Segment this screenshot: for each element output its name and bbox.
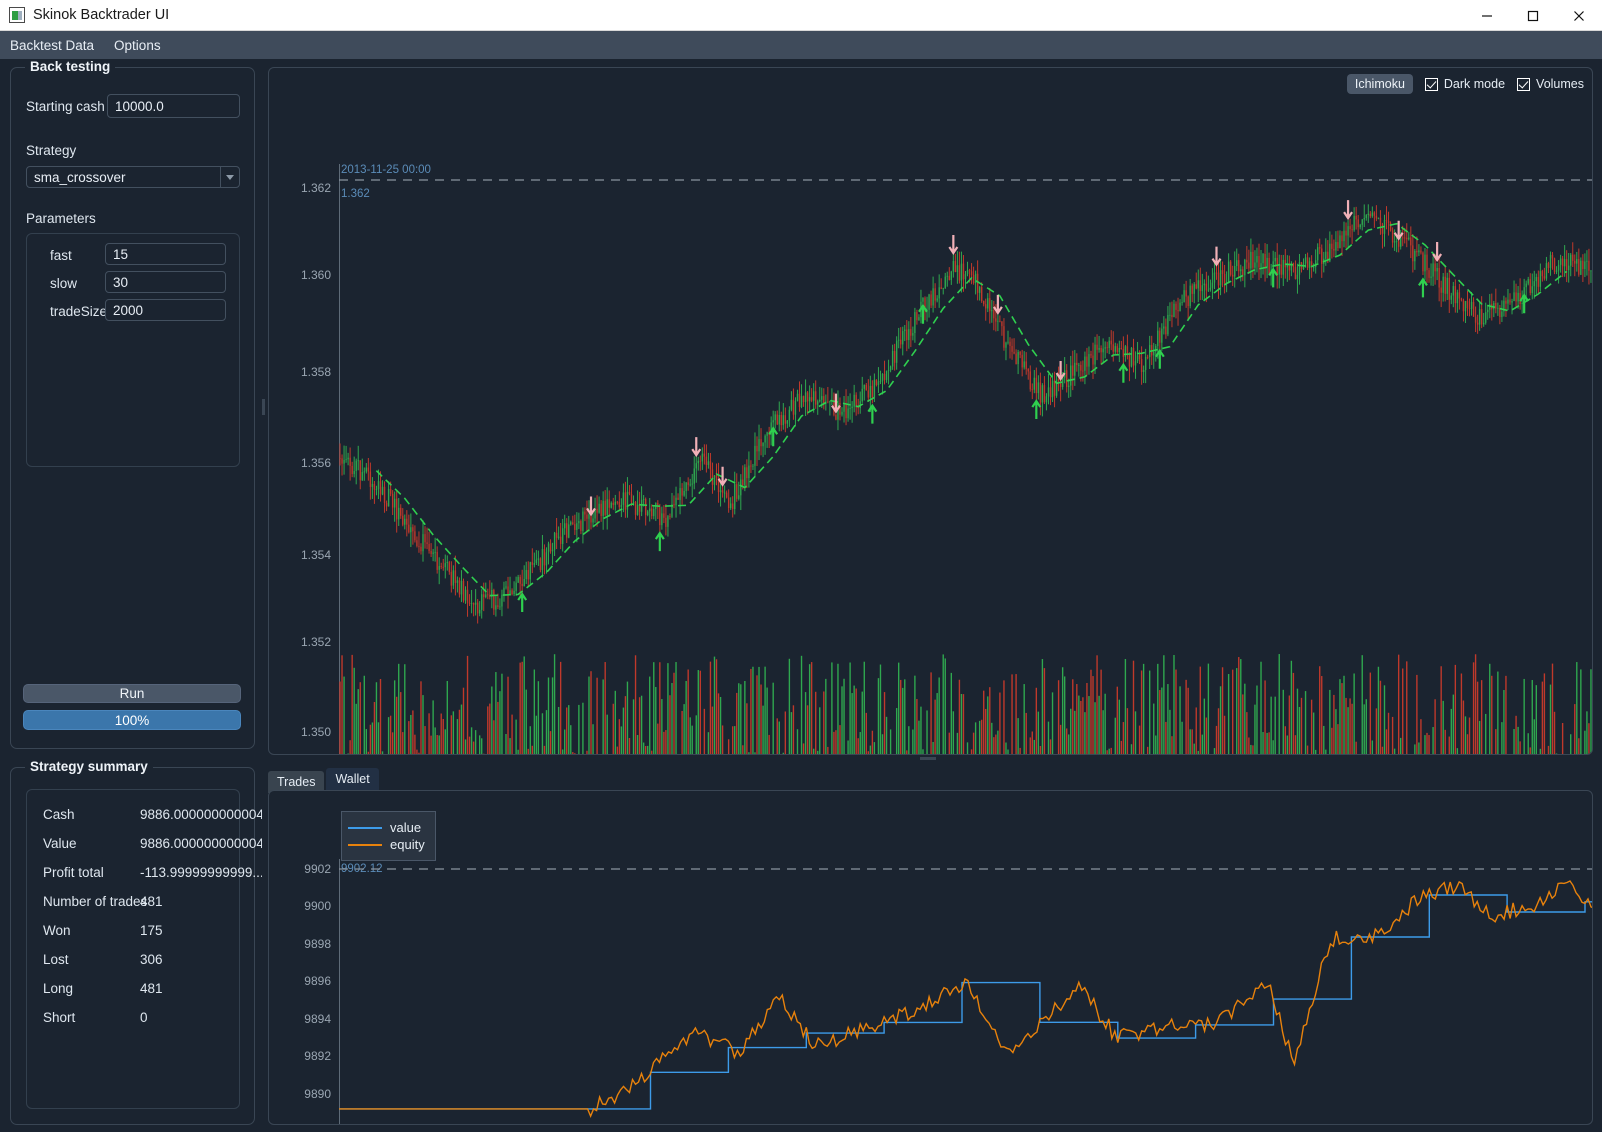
window-title: Skinok Backtrader UI (33, 7, 170, 23)
strategy-summary-panel: Strategy summary Cash 9886.000000000004 … (10, 759, 264, 1125)
summary-key: Profit total (43, 865, 104, 880)
price-plot[interactable] (339, 164, 1593, 755)
price-ytick: 1.352 (300, 635, 331, 649)
app-body: Back testing Starting cash Strategy sma_… (0, 59, 1602, 1132)
param-input-fast[interactable] (105, 243, 226, 265)
summary-key: Value (43, 836, 77, 851)
chevron-down-icon[interactable] (220, 167, 239, 187)
price-chart-panel[interactable]: Ichimoku Dark mode Volumes 1.362 1.360 1… (268, 67, 1593, 755)
vertical-splitter[interactable] (262, 67, 265, 1125)
legend-item-value: value (348, 820, 425, 835)
summary-row: Value 9886.000000000004 (27, 829, 264, 858)
summary-value: 306 (140, 952, 163, 967)
summary-value: 481 (140, 894, 163, 909)
wallet-ytick: 9900 (304, 899, 331, 913)
param-label-fast: fast (50, 248, 72, 263)
strategy-label: Strategy (26, 143, 77, 158)
wallet-ytick: 9890 (304, 1087, 331, 1101)
strategy-select[interactable]: sma_crossover (26, 166, 240, 188)
summary-key: Won (43, 923, 71, 938)
wallet-ytick: 9894 (304, 1012, 331, 1026)
backtesting-title: Back testing (25, 59, 116, 74)
menu-item-backtest-data[interactable]: Backtest Data (8, 36, 96, 55)
summary-row: Profit total -113.99999999999... (27, 858, 264, 887)
maximize-button[interactable] (1510, 0, 1556, 31)
summary-row: Short 0 (27, 1003, 239, 1032)
splitter-grip[interactable] (262, 399, 265, 415)
wallet-plot[interactable] (339, 859, 1593, 1124)
window-controls (1464, 0, 1602, 31)
menu-bar: Backtest Data Options (0, 31, 1602, 59)
summary-row: Won 175 (27, 916, 239, 945)
price-ytick: 1.362 (300, 181, 331, 195)
legend-swatch-equity (348, 843, 382, 846)
param-label-tradesize: tradeSize (50, 304, 108, 319)
volumes-label: Volumes (1536, 77, 1584, 91)
wallet-x-axis (339, 1124, 1592, 1125)
price-ytick: 1.360 (300, 268, 331, 282)
price-ytick: 1.354 (300, 548, 331, 562)
title-bar: Skinok Backtrader UI (0, 0, 1602, 31)
menu-item-options[interactable]: Options (112, 36, 163, 55)
dark-mode-label: Dark mode (1443, 77, 1506, 91)
app-icon (9, 7, 25, 23)
strategy-summary-title: Strategy summary (25, 759, 153, 774)
progress-bar: 100% (23, 710, 241, 730)
summary-value: 175 (140, 923, 163, 938)
checkbox-icon[interactable] (1424, 77, 1438, 91)
run-button[interactable]: Run (23, 684, 241, 703)
volumes-checkbox[interactable]: Volumes (1517, 77, 1584, 91)
wallet-ytick: 9892 (304, 1049, 331, 1063)
summary-key: Short (43, 1010, 76, 1025)
strategy-select-value: sma_crossover (34, 169, 126, 185)
summary-value: -113.99999999999... (140, 865, 264, 880)
chart-toolbar: Ichimoku Dark mode Volumes (1346, 74, 1584, 94)
summary-row: Long 481 (27, 974, 239, 1003)
price-ytick: 1.350 (300, 725, 331, 739)
starting-cash-label: Starting cash (26, 99, 105, 114)
summary-key: Long (43, 981, 74, 996)
param-label-slow: slow (50, 276, 78, 291)
summary-row: Lost 306 (27, 945, 239, 974)
param-input-tradesize[interactable] (105, 299, 226, 321)
wallet-ytick: 9896 (304, 974, 331, 988)
price-ytick: 1.356 (300, 456, 331, 470)
param-input-slow[interactable] (105, 271, 226, 293)
minimize-button[interactable] (1464, 0, 1510, 31)
backtesting-panel: Back testing Starting cash Strategy sma_… (10, 59, 255, 749)
summary-value: 9886.000000000004 (140, 807, 264, 822)
legend-label-equity: equity (390, 837, 425, 852)
starting-cash-input[interactable] (107, 94, 240, 118)
summary-value: 0 (140, 1010, 148, 1025)
summary-value: 9886.000000000004 (140, 836, 264, 851)
summary-key: Lost (43, 952, 69, 967)
price-ytick: 1.358 (300, 365, 331, 379)
checkbox-icon[interactable] (1517, 77, 1531, 91)
legend-item-equity: equity (348, 837, 425, 852)
parameters-label: Parameters (26, 211, 96, 226)
close-button[interactable] (1556, 0, 1602, 31)
summary-value: 481 (140, 981, 163, 996)
legend-label-value: value (390, 820, 422, 835)
horizontal-splitter-grip[interactable] (920, 757, 936, 760)
ichimoku-button[interactable]: Ichimoku (1346, 74, 1413, 94)
dark-mode-checkbox[interactable]: Dark mode (1424, 77, 1506, 91)
wallet-chart-panel[interactable]: value equity 9902 9900 9898 9896 9894 98… (268, 790, 1593, 1125)
wallet-ytick: 9898 (304, 937, 331, 951)
wallet-legend: value equity (341, 811, 436, 861)
legend-swatch-value (348, 826, 382, 829)
summary-key: Cash (43, 807, 75, 822)
summary-row: Number of trades 481 (27, 887, 239, 916)
parameters-frame: fast slow tradeSize (26, 233, 240, 467)
wallet-ytick: 9902 (304, 862, 331, 876)
summary-frame: Cash 9886.000000000004 Value 9886.000000… (26, 789, 264, 1109)
summary-key: Number of trades (43, 894, 148, 909)
summary-row: Cash 9886.000000000004 (27, 800, 264, 829)
